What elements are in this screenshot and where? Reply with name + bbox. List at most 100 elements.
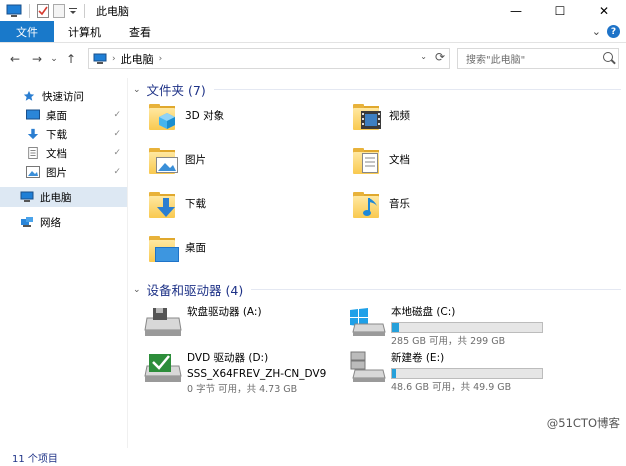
folder-label: 下载 (185, 197, 206, 210)
maximize-button[interactable]: ☐ (538, 0, 582, 22)
drive-label: 软盘驱动器 (A:) (187, 306, 262, 318)
sidebar-item-label: 图片 (46, 166, 67, 179)
back-button[interactable]: ← (4, 48, 26, 70)
tab-view[interactable]: 查看 (115, 21, 165, 42)
window-title: 此电脑 (96, 5, 129, 18)
properties-icon[interactable] (37, 4, 49, 18)
drive-usage-fill (392, 323, 400, 332)
content-area: ⌄ 文件夹 (7) 3D 对象 视频 图片 文档 下载 音乐 桌面 ⌄ 设备和驱… (131, 76, 626, 448)
group-divider (213, 89, 621, 90)
drive-free-space: 48.6 GB 可用，共 49.9 GB (391, 382, 512, 393)
folder-item-documents[interactable]: 文档 (351, 142, 551, 176)
dvd-drive-icon (143, 350, 183, 386)
folder-label: 音乐 (389, 197, 410, 210)
expand-ribbon-icon[interactable]: ⌄ (592, 25, 601, 38)
folder-label: 视频 (389, 109, 410, 122)
window-controls: — ☐ ✕ (494, 0, 626, 22)
address-chevron[interactable]: › (159, 54, 163, 64)
sidebar-item-downloads[interactable]: 下载 ✓ (0, 124, 127, 144)
folder-item-videos[interactable]: 视频 (351, 98, 551, 132)
search-input[interactable]: 搜索"此电脑" (457, 48, 619, 69)
sidebar-item-quick-access[interactable]: 快速访问 (0, 86, 127, 106)
forward-button[interactable]: → (26, 48, 48, 70)
music-icon (351, 186, 385, 220)
drive-item-dvd-d[interactable]: DVD 驱动器 (D:) SSS_X64FREV_ZH-CN_DV9 0 字节 … (143, 350, 343, 396)
collapse-chevron-icon[interactable]: ⌄ (133, 85, 141, 95)
tab-computer[interactable]: 计算机 (54, 21, 115, 42)
folder-label: 文档 (389, 153, 410, 166)
pictures-icon (147, 142, 181, 176)
up-button[interactable]: ↑ (60, 48, 82, 70)
computer-icon (20, 191, 34, 202)
folder-item-3d-objects[interactable]: 3D 对象 (147, 98, 347, 132)
computer-icon (6, 4, 22, 17)
pin-icon[interactable]: ✓ (113, 110, 121, 120)
drive-item-local-c[interactable]: 本地磁盘 (C:) 285 GB 可用，共 299 GB (347, 304, 547, 348)
folder-item-downloads[interactable]: 下载 (147, 186, 347, 220)
folder-item-music[interactable]: 音乐 (351, 186, 551, 220)
refresh-button[interactable]: ⟳ (435, 50, 445, 64)
pictures-icon (26, 166, 40, 178)
breadcrumb-this-pc[interactable]: 此电脑 (121, 51, 154, 67)
toolbar-divider (84, 4, 85, 18)
sidebar-item-label: 网络 (40, 216, 61, 229)
close-button[interactable]: ✕ (582, 0, 626, 22)
address-dropdown-icon[interactable]: ⌄ (420, 52, 427, 61)
sidebar-item-label: 快速访问 (42, 90, 84, 103)
desktop-icon (147, 230, 181, 264)
drives-group-header[interactable]: ⌄ 设备和驱动器 (4) (133, 280, 621, 299)
network-icon (21, 217, 33, 227)
pin-icon[interactable]: ✓ (113, 129, 121, 139)
ribbon-controls: ⌄ ? (592, 25, 620, 38)
new-folder-icon[interactable] (53, 4, 65, 18)
sidebar-item-desktop[interactable]: 桌面 ✓ (0, 105, 127, 125)
group-divider (251, 289, 621, 290)
quick-access-toolbar (0, 4, 88, 18)
watermark: @51CTO博客 (546, 416, 620, 430)
sidebar-item-this-pc[interactable]: 此电脑 (0, 187, 127, 207)
group-title: 设备和驱动器 (4) (146, 283, 244, 298)
navigation-bar: ← → ⌄ ↑ › 此电脑 › ⌄ ⟳ 搜索"此电脑" (0, 44, 626, 74)
sidebar-item-network[interactable]: 网络 (0, 212, 127, 232)
desktop-icon (26, 109, 40, 120)
floppy-drive-icon (143, 304, 183, 340)
toolbar-divider (29, 4, 30, 18)
pin-icon[interactable]: ✓ (113, 167, 121, 177)
collapse-chevron-icon[interactable]: ⌄ (133, 285, 141, 295)
customize-toolbar-icon[interactable] (69, 6, 77, 16)
documents-icon (351, 142, 385, 176)
address-bar[interactable]: › 此电脑 › ⌄ ⟳ (88, 48, 450, 69)
item-count: 11 个项目 (12, 453, 58, 465)
ribbon-tabs: 文件 计算机 查看 ⌄ ? (0, 21, 626, 43)
pin-icon[interactable]: ✓ (113, 148, 121, 158)
folders-group-header[interactable]: ⌄ 文件夹 (7) (133, 80, 621, 99)
search-placeholder: 搜索"此电脑" (466, 55, 526, 66)
folder-item-pictures[interactable]: 图片 (147, 142, 347, 176)
navigation-pane: 快速访问 桌面 ✓ 下载 ✓ 文档 ✓ 图片 ✓ 此电脑 网络 (0, 78, 128, 448)
document-icon (28, 147, 38, 159)
help-icon[interactable]: ? (607, 25, 620, 38)
folder-label: 3D 对象 (185, 109, 225, 122)
search-icon[interactable] (603, 52, 613, 62)
sidebar-item-label: 桌面 (46, 109, 67, 122)
downloads-icon (147, 186, 181, 220)
address-chevron[interactable]: › (112, 54, 116, 64)
folder-label: 桌面 (185, 241, 206, 254)
minimize-button[interactable]: — (494, 0, 538, 22)
drive-label: DVD 驱动器 (D:) (187, 352, 269, 364)
folder-item-desktop[interactable]: 桌面 (147, 230, 347, 264)
drive-label: 本地磁盘 (C:) (391, 306, 456, 318)
status-bar: 11 个项目 (0, 448, 626, 466)
drive-usage-bar (391, 322, 543, 333)
hard-drive-icon (347, 350, 387, 386)
folder-label: 图片 (185, 153, 206, 166)
sidebar-item-documents[interactable]: 文档 ✓ (0, 143, 127, 163)
sidebar-item-pictures[interactable]: 图片 ✓ (0, 162, 127, 182)
drive-label: 新建卷 (E:) (391, 352, 445, 364)
recent-locations-button[interactable]: ⌄ (48, 48, 60, 70)
tab-file[interactable]: 文件 (0, 21, 54, 42)
drive-item-volume-e[interactable]: 新建卷 (E:) 48.6 GB 可用，共 49.9 GB (347, 350, 547, 394)
download-icon (27, 128, 39, 140)
sidebar-item-label: 下载 (46, 128, 67, 141)
drive-item-floppy-a[interactable]: 软盘驱动器 (A:) (143, 304, 343, 340)
